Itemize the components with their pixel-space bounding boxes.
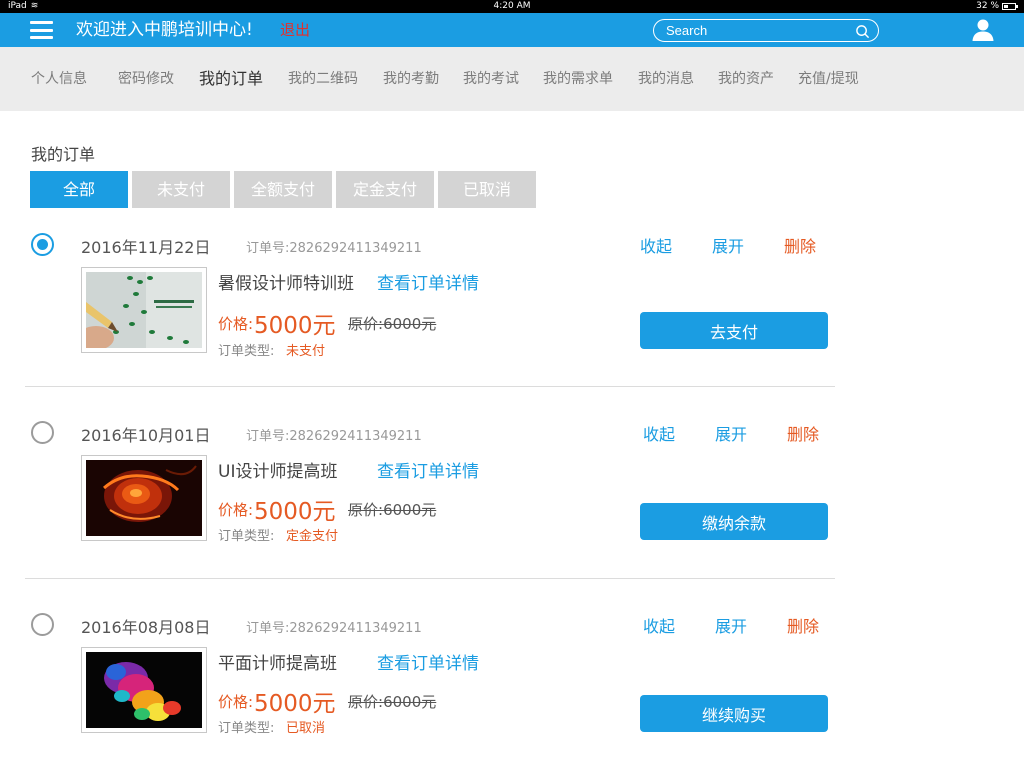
delete-link[interactable]: 删除 [787, 421, 819, 445]
user-icon[interactable] [971, 18, 995, 42]
collapse-link[interactable]: 收起 [640, 233, 672, 257]
view-order-detail-link[interactable]: 查看订单详情 [377, 457, 479, 482]
search-icon[interactable] [855, 24, 870, 39]
filter-tabs: 全部 未支付 全额支付 定金支付 已取消 [30, 171, 536, 208]
nav-my-qrcode[interactable]: 我的二维码 [288, 47, 358, 111]
order-date: 2016年08月08日 [81, 618, 211, 637]
order-number-label: 订单号: [246, 429, 290, 444]
filter-tab-cancelled[interactable]: 已取消 [438, 171, 536, 208]
order-select-radio[interactable] [31, 613, 54, 636]
course-name: UI设计师提高班 [218, 462, 338, 482]
order-number-label: 订单号: [246, 621, 290, 636]
order-type-value: 定金支付 [286, 529, 339, 544]
original-price-label: 原价: [348, 315, 384, 333]
order-number-value: 2826292411349211 [289, 241, 422, 256]
order-divider [25, 578, 835, 579]
price-value: 5000元 [254, 313, 336, 339]
nav-my-attendance[interactable]: 我的考勤 [383, 47, 439, 111]
original-price: 原价:6000元 [348, 691, 436, 712]
pencil-sketch-image [86, 272, 202, 348]
order-card: 2016年10月01日 订单号:2826292411349211 收起 展开 删… [0, 410, 840, 580]
pay-balance-button[interactable]: 缴纳余款 [640, 503, 828, 540]
filter-tab-all[interactable]: 全部 [30, 171, 128, 208]
original-price: 原价:6000元 [348, 499, 436, 520]
search-input[interactable] [666, 22, 846, 39]
order-number-value: 2826292411349211 [289, 621, 422, 636]
collapse-link[interactable]: 收起 [643, 613, 675, 637]
logout-link[interactable]: 退出 [280, 13, 310, 47]
continue-purchase-button[interactable]: 继续购买 [640, 695, 828, 732]
order-type-label: 订单类型: [218, 529, 275, 544]
price-label: 价格: [218, 501, 254, 519]
order-select-radio[interactable] [31, 421, 54, 444]
order-type-label: 订单类型: [218, 721, 275, 736]
order-date: 2016年10月01日 [81, 426, 211, 445]
color-powder-image [86, 652, 202, 728]
filter-tab-deposit-paid[interactable]: 定金支付 [336, 171, 434, 208]
nav-change-password[interactable]: 密码修改 [118, 47, 174, 111]
order-card: 2016年08月08日 订单号:2826292411349211 收起 展开 删… [0, 602, 840, 767]
collapse-link[interactable]: 收起 [643, 421, 675, 445]
expand-link[interactable]: 展开 [715, 421, 747, 445]
price-value: 5000元 [254, 499, 336, 525]
pay-now-button[interactable]: 去支付 [640, 312, 828, 349]
sub-navigation: 个人信息 密码修改 我的订单 我的二维码 我的考勤 我的考试 我的需求单 我的消… [0, 47, 1024, 111]
order-number: 订单号:2826292411349211 [246, 425, 422, 444]
original-price-value: 6000元 [383, 315, 437, 333]
battery-percent: 32 % [976, 1, 999, 11]
price-value: 5000元 [254, 691, 336, 717]
original-price-value: 6000元 [383, 693, 437, 711]
order-type-value: 已取消 [286, 721, 326, 736]
fire-rose-image [86, 460, 202, 536]
expand-link[interactable]: 展开 [715, 613, 747, 637]
section-title: 我的订单 [31, 145, 96, 164]
view-order-detail-link[interactable]: 查看订单详情 [377, 269, 479, 294]
header: 欢迎进入中鹏培训中心! 退出 [0, 13, 1024, 47]
course-thumbnail [81, 647, 207, 733]
filter-tab-full-paid[interactable]: 全额支付 [234, 171, 332, 208]
original-price-label: 原价: [348, 693, 384, 711]
status-bar: iPad ≋ 4:20 AM 32 % [0, 0, 1024, 13]
status-right: 32 % [976, 0, 1018, 13]
nav-my-messages[interactable]: 我的消息 [638, 47, 694, 111]
price-label: 价格: [218, 693, 254, 711]
order-select-radio[interactable] [31, 233, 54, 256]
order-divider [25, 386, 835, 387]
search-box[interactable] [653, 19, 879, 42]
nav-my-exams[interactable]: 我的考试 [463, 47, 519, 111]
battery-icon [1002, 3, 1018, 10]
delete-link[interactable]: 删除 [784, 233, 816, 257]
nav-my-orders[interactable]: 我的订单 [199, 47, 263, 111]
order-card: 2016年11月22日 订单号:2826292411349211 收起 展开 删… [0, 222, 840, 392]
header-title: 欢迎进入中鹏培训中心! [76, 20, 253, 40]
original-price-value: 6000元 [383, 501, 437, 519]
order-number: 订单号:2826292411349211 [246, 237, 422, 256]
filter-tab-unpaid[interactable]: 未支付 [132, 171, 230, 208]
delete-link[interactable]: 删除 [787, 613, 819, 637]
nav-my-assets[interactable]: 我的资产 [718, 47, 774, 111]
original-price-label: 原价: [348, 501, 384, 519]
order-number-label: 订单号: [246, 241, 290, 256]
nav-recharge-withdraw[interactable]: 充值/提现 [798, 47, 859, 111]
view-order-detail-link[interactable]: 查看订单详情 [377, 649, 479, 674]
order-type-label: 订单类型: [218, 344, 275, 359]
original-price: 原价:6000元 [348, 313, 436, 334]
course-name: 平面计师提高班 [218, 654, 337, 674]
nav-my-requirements[interactable]: 我的需求单 [543, 47, 613, 111]
order-number-value: 2826292411349211 [289, 429, 422, 444]
expand-link[interactable]: 展开 [712, 233, 744, 257]
order-date: 2016年11月22日 [81, 238, 211, 257]
course-thumbnail [81, 267, 207, 353]
course-name: 暑假设计师特训班 [218, 274, 354, 294]
menu-icon[interactable] [30, 21, 53, 39]
order-type-value: 未支付 [286, 344, 326, 359]
order-number: 订单号:2826292411349211 [246, 617, 422, 636]
nav-personal-info[interactable]: 个人信息 [31, 47, 87, 111]
status-time: 4:20 AM [493, 1, 531, 11]
course-thumbnail [81, 455, 207, 541]
price-label: 价格: [218, 315, 254, 333]
